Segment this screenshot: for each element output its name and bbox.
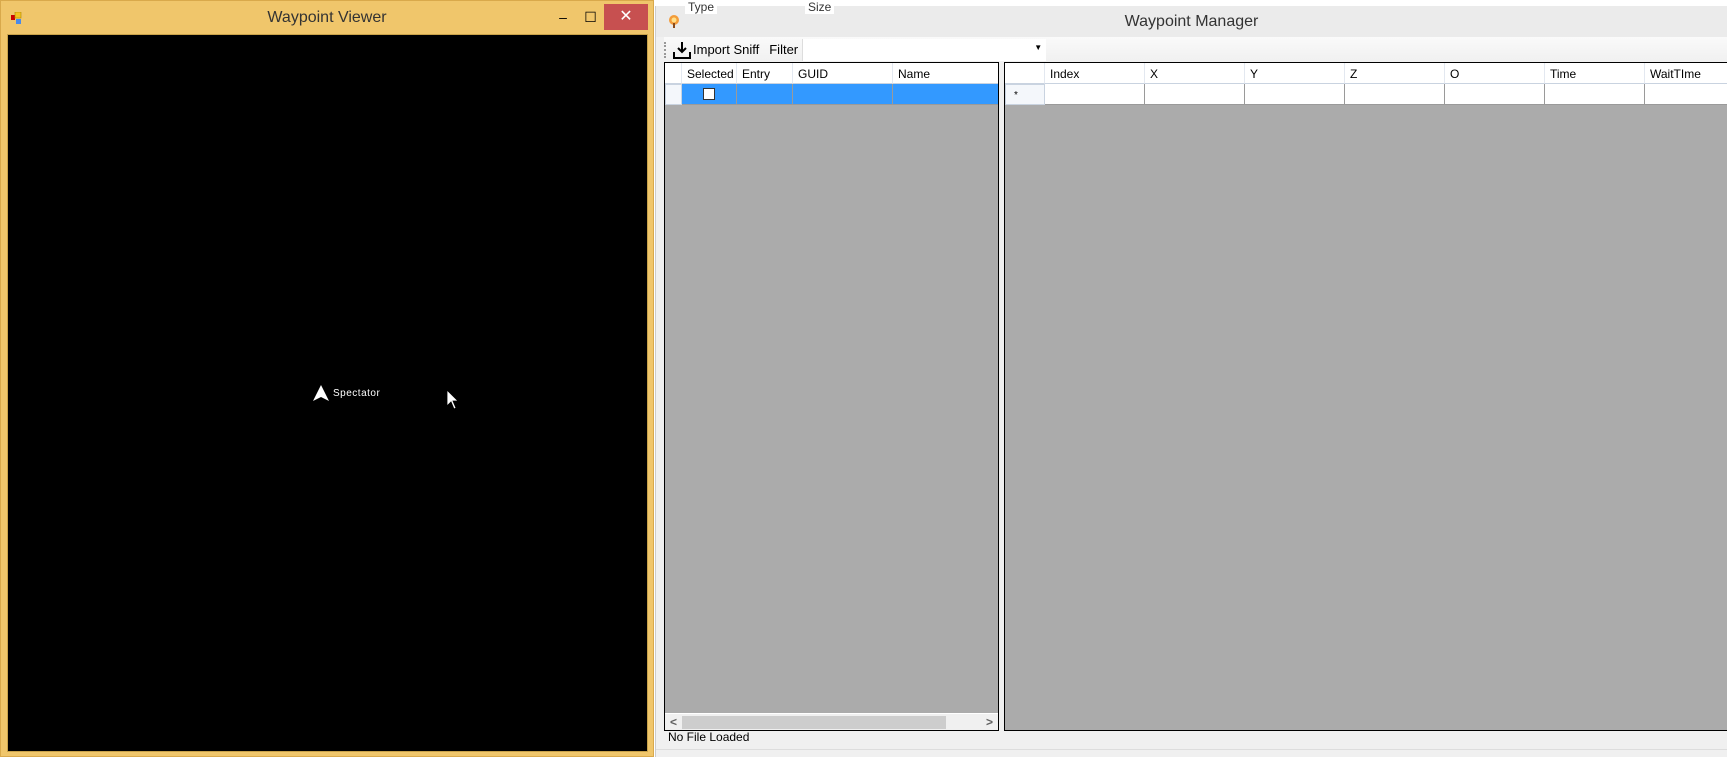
scroll-left-button[interactable]: < (665, 714, 682, 730)
entry-cell[interactable] (737, 84, 793, 105)
horizontal-scrollbar[interactable]: < > (665, 713, 998, 730)
download-icon (673, 41, 691, 59)
spectator-marker[interactable]: Spectator (313, 385, 380, 401)
waypoint-manager-window: Waypoint Manager Import Sniff Filter ▼ S… (655, 6, 1727, 757)
column-header-o[interactable]: O (1445, 63, 1545, 84)
new-row-marker[interactable]: * (1005, 84, 1045, 105)
app-icon (669, 15, 679, 28)
spectator-label: Spectator (333, 387, 381, 399)
status-bar-divider (656, 749, 1727, 750)
filter-dropdown[interactable]: ▼ (802, 38, 1047, 61)
column-header-x[interactable]: X (1145, 63, 1245, 84)
column-header-name[interactable]: Name (893, 63, 998, 84)
row-header-corner (1005, 63, 1045, 84)
column-header-time[interactable]: Time (1545, 63, 1645, 84)
new-row-cell-index[interactable] (1045, 84, 1145, 105)
import-sniff-label: Import Sniff (693, 42, 760, 57)
selected-checkbox[interactable] (703, 88, 715, 100)
chevron-down-icon[interactable]: ▼ (1034, 43, 1042, 52)
column-header-index[interactable]: Index (1045, 63, 1145, 84)
import-sniff-button[interactable]: Import Sniff (673, 41, 759, 59)
column-header-waittime[interactable]: WaitTIme (1645, 63, 1727, 84)
column-type: Type (685, 0, 718, 14)
guid-cell[interactable] (793, 84, 893, 105)
row-header-corner (665, 63, 682, 84)
column-header-y[interactable]: Y (1245, 63, 1345, 84)
maximize-button[interactable]: ☐ (577, 4, 604, 30)
column-size: Size (805, 0, 835, 14)
new-row-cell-o[interactable] (1445, 84, 1545, 105)
column-header-selected[interactable]: Selected (682, 63, 737, 84)
new-row-cell-y[interactable] (1245, 84, 1345, 105)
background-window-columns: Type Size (650, 0, 950, 14)
new-row-cell-z[interactable] (1345, 84, 1445, 105)
arrow-icon (313, 385, 329, 401)
scroll-right-button[interactable]: > (981, 714, 998, 730)
name-cell[interactable] (893, 84, 998, 105)
mouse-cursor-icon (447, 390, 459, 410)
status-label: No File Loaded (668, 730, 750, 744)
new-row-cell-waittime[interactable] (1645, 84, 1727, 105)
toolbar-grip[interactable] (664, 41, 667, 58)
row-header[interactable] (665, 84, 682, 105)
new-row-cell-x[interactable] (1145, 84, 1245, 105)
selected-cell[interactable] (682, 84, 737, 105)
column-header-z[interactable]: Z (1345, 63, 1445, 84)
filter-label: Filter (769, 42, 799, 57)
creature-grid[interactable]: Selected Entry GUID Name < > (664, 62, 999, 731)
column-header-guid[interactable]: GUID (793, 63, 893, 84)
minimize-button[interactable]: ‒ (549, 4, 577, 30)
waypoint-viewer-window: Waypoint Viewer ‒ ☐ ✕ (0, 0, 654, 757)
new-row-cell-time[interactable] (1545, 84, 1645, 105)
close-button[interactable]: ✕ (604, 4, 648, 30)
scrollbar-thumb[interactable] (682, 716, 946, 729)
toolbar: Import Sniff Filter ▼ (664, 37, 1727, 62)
waypoint-grid[interactable]: * Index X Y Z O Time WaitTIme (1004, 62, 1727, 731)
column-header-entry[interactable]: Entry (737, 63, 793, 84)
